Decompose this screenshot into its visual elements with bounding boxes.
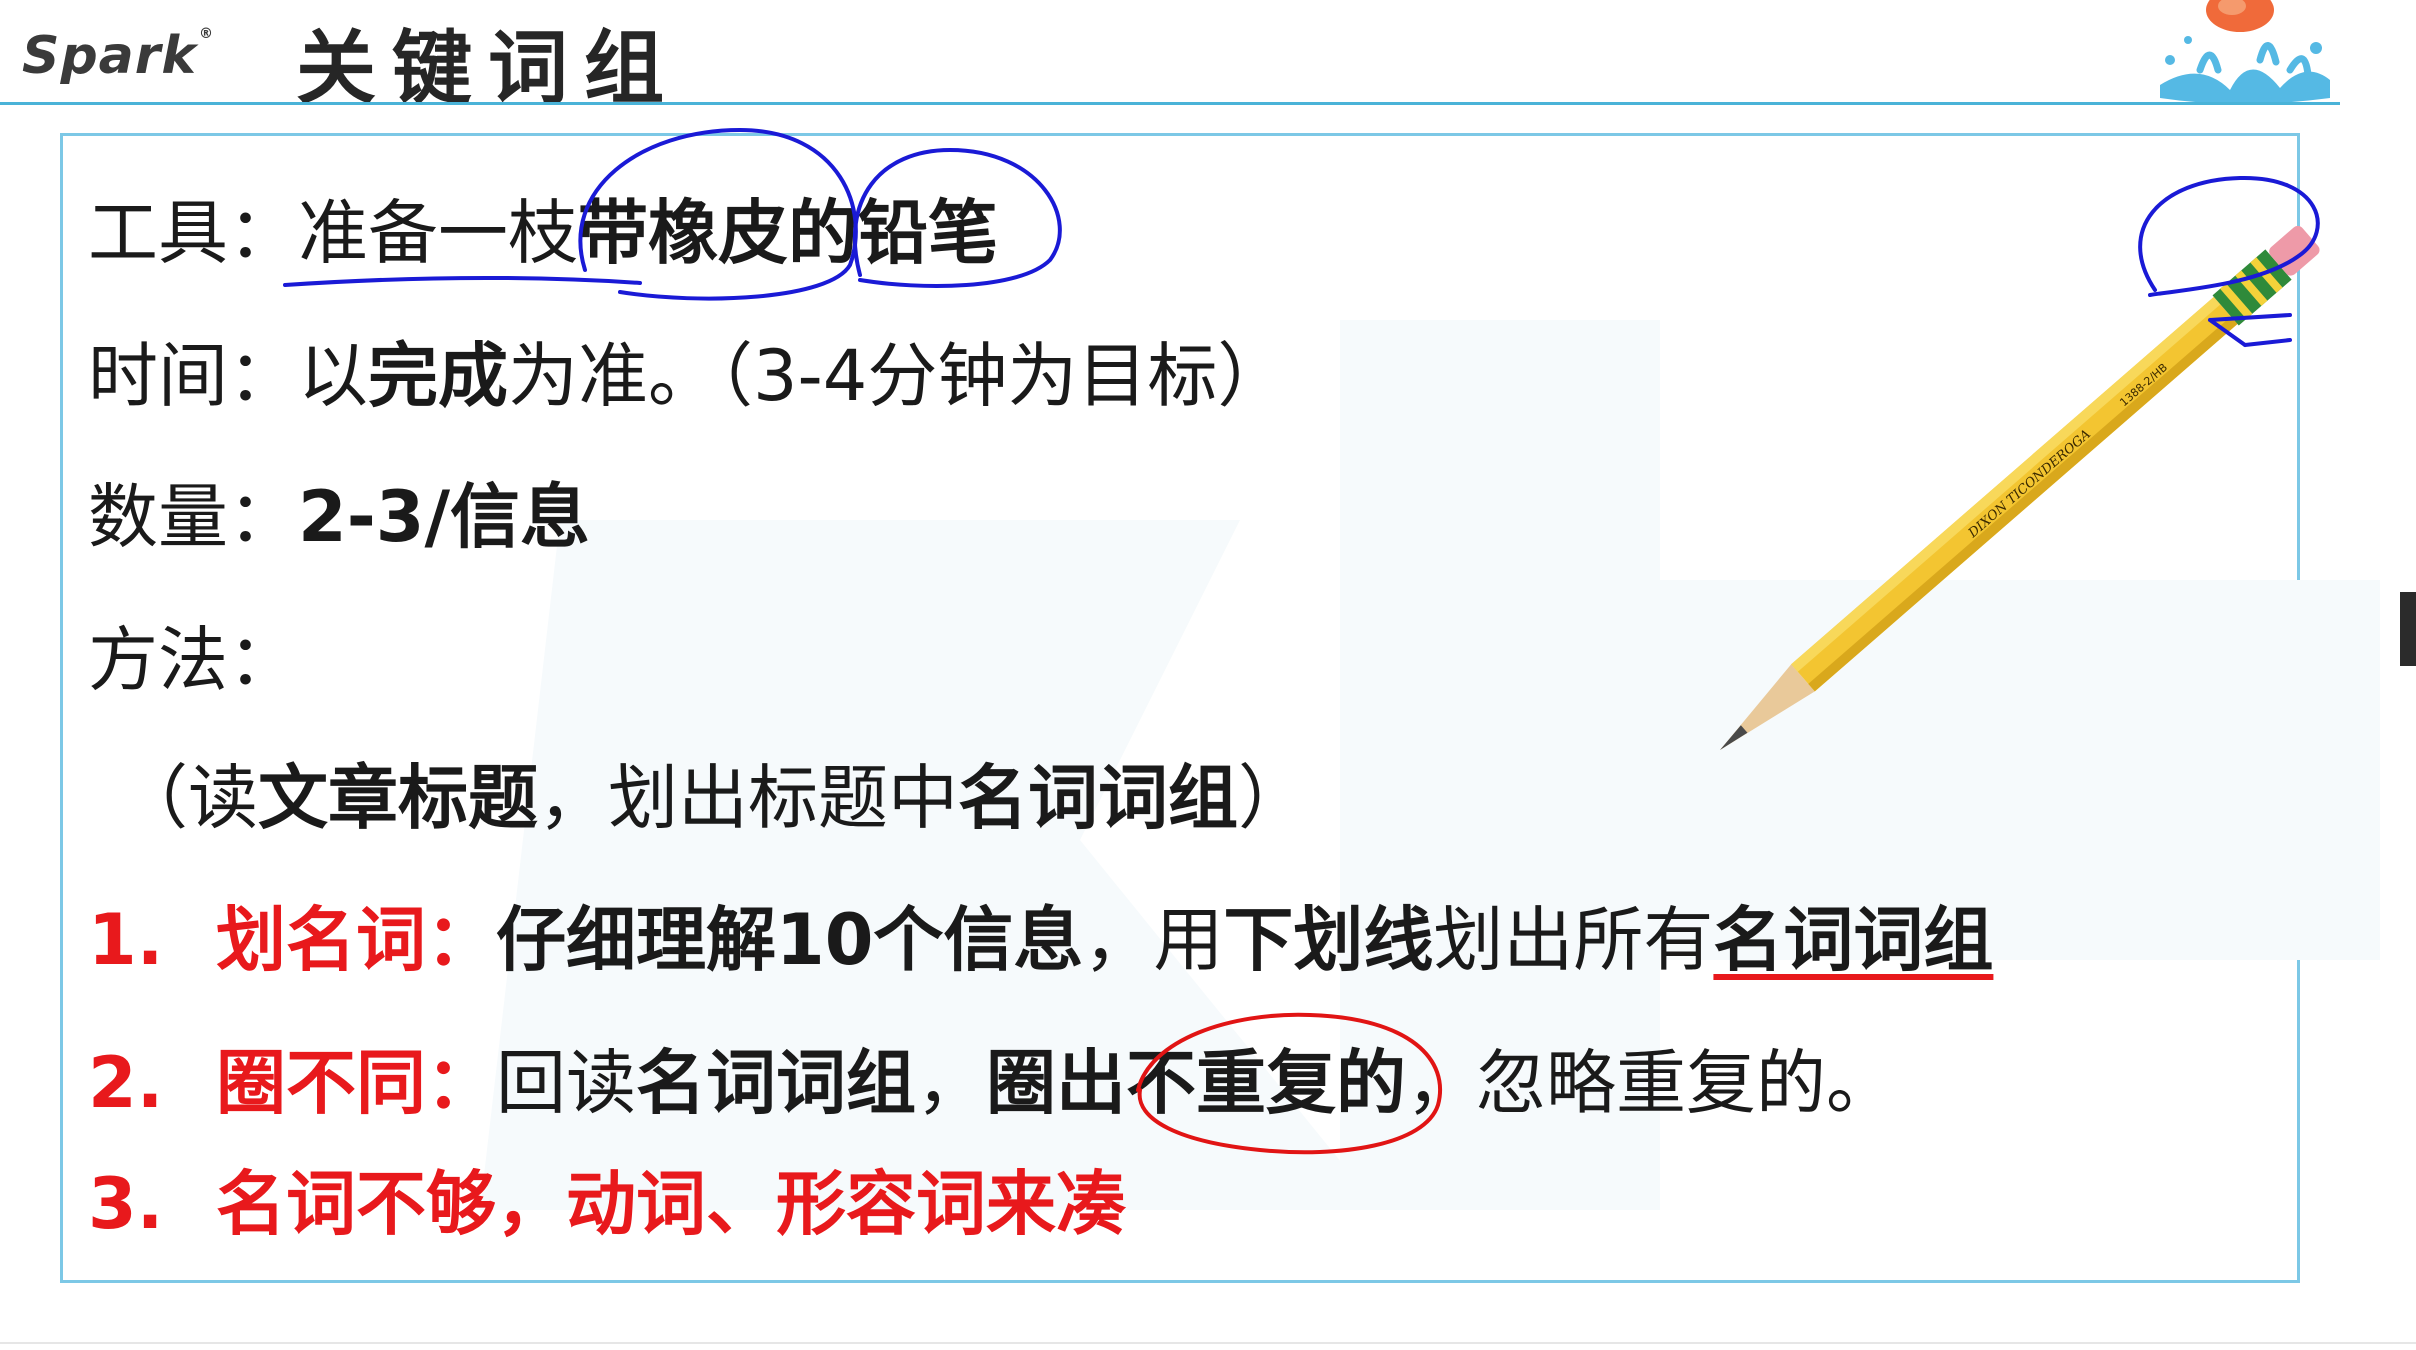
step-3-number: 3.	[88, 1163, 164, 1245]
time-label: 时间：	[88, 335, 298, 417]
method-detail-2: 文章标题	[258, 757, 538, 839]
step-1-text-1: 仔细理解10个信息	[496, 899, 1084, 981]
logo-text: Spark	[22, 26, 197, 86]
tool-label: 工具：	[88, 192, 298, 274]
time-line: 时间：以完成为准。（3-4分钟为目标）	[88, 334, 1287, 418]
method-detail-1: （读	[118, 757, 258, 839]
step-1: 1. 划名词：仔细理解10个信息，用下划线划出所有名词词组	[88, 898, 1993, 982]
method-detail-line: （读文章标题，划出标题中名词词组）	[118, 756, 1308, 840]
step-2: 2. 圈不同：回读名词词组，圈出不重复的，忽略重复的。	[88, 1041, 1896, 1125]
step-1-text-4: 划出所有	[1433, 899, 1714, 981]
step-2-text-4: 圈出	[986, 1042, 1126, 1124]
step-2-text-1: 回读	[496, 1042, 636, 1124]
tool-line: 工具：准备一枝带橡皮的铅笔	[88, 191, 998, 275]
tool-text: 准备一枝	[298, 192, 578, 274]
quantity-line: 数量：2-3/信息	[88, 475, 590, 559]
pencil-icon: DIXON TICONDEROGA 1388-2/HB	[1720, 225, 2320, 750]
method-detail-4: 名词词组	[958, 757, 1238, 839]
step-1-text-5: 名词词组	[1713, 899, 1994, 981]
header-divider	[0, 102, 2340, 105]
step-2-text-5: 不重复的	[1126, 1042, 1406, 1124]
time-text-1: 以	[298, 335, 368, 417]
time-emphasis: 完成	[368, 335, 508, 417]
method-label: 方法：	[88, 619, 298, 701]
water-splash-icon	[2160, 0, 2330, 104]
step-2-label: 圈不同：	[216, 1042, 496, 1124]
method-line: 方法：	[88, 618, 298, 702]
time-text-2: 为准。（3-4分钟为目标）	[508, 335, 1288, 417]
step-1-number: 1.	[88, 899, 164, 981]
step-1-text-3: 下划线	[1223, 899, 1434, 981]
step-2-number: 2.	[88, 1042, 164, 1124]
quantity-label: 数量：	[88, 476, 298, 558]
pencil-brand: DIXON TICONDEROGA	[1965, 427, 2094, 542]
scrollbar-handle[interactable]	[2400, 592, 2416, 666]
registered-mark: ®	[199, 26, 214, 42]
method-detail-3: ，划出标题中	[538, 757, 958, 839]
step-1-text-2: ，用	[1083, 899, 1224, 981]
step-1-label: 划名词：	[216, 899, 496, 981]
quantity-value: 2-3/信息	[298, 476, 591, 558]
step-2-text-3: ，	[916, 1042, 986, 1124]
spark-logo: Spark ®	[22, 26, 214, 86]
slide-header: Spark ® 关键词组	[0, 0, 2340, 115]
step-3: 3. 名词不够，动词、形容词来凑	[88, 1162, 1126, 1246]
method-detail-5: ）	[1238, 757, 1308, 839]
bottom-edge	[0, 1342, 2416, 1344]
step-3-label: 名词不够，动词、形容词来凑	[216, 1163, 1126, 1245]
step-2-text-6: ，忽略重复的。	[1406, 1042, 1896, 1124]
step-2-text-2: 名词词组	[636, 1042, 916, 1124]
tool-emphasis: 带橡皮的铅笔	[578, 192, 998, 274]
